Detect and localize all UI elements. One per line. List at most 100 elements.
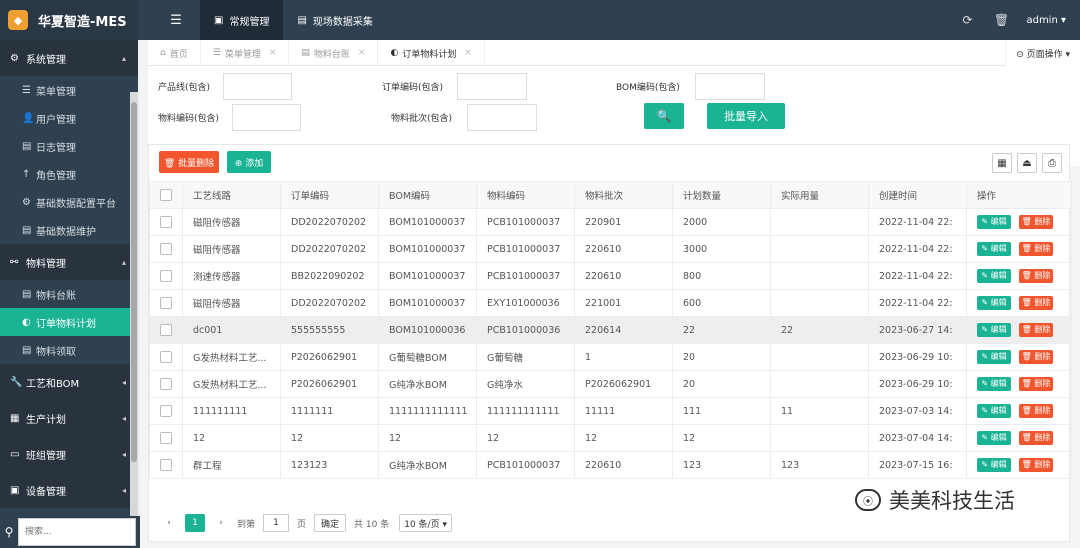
- tab-order-material-plan[interactable]: ◐ 订单物料计划 ×: [378, 40, 485, 66]
- select-all-checkbox[interactable]: [160, 189, 172, 201]
- tab-home[interactable]: ⌂ 首页: [148, 40, 201, 66]
- edit-button[interactable]: ✎ 编辑: [977, 404, 1011, 418]
- refresh-icon[interactable]: ⟳: [950, 13, 984, 27]
- close-icon[interactable]: ×: [269, 48, 277, 58]
- column-header[interactable]: 创建时间: [868, 181, 967, 209]
- page-operations[interactable]: ⊙ 页面操作 ▾: [1005, 40, 1080, 66]
- sidebar-item-menu[interactable]: ☰ 菜单管理: [0, 76, 138, 104]
- menu-toggle-icon[interactable]: ☰: [152, 0, 200, 40]
- sidebar-section-material[interactable]: ⚯ 物料管理 ▴: [0, 244, 138, 280]
- next-page-button[interactable]: ›: [211, 514, 231, 532]
- delete-button[interactable]: 🗑 删除: [1019, 215, 1053, 229]
- item-label: 基础数据维护: [36, 226, 96, 238]
- sidebar-item-data-maintenance[interactable]: ▤ 基础数据维护: [0, 216, 138, 244]
- export-icon[interactable]: ⏏: [1017, 153, 1037, 173]
- sidebar-section-system[interactable]: ⚙ 系统管理 ▴: [0, 40, 138, 76]
- print-icon[interactable]: ⎙: [1042, 153, 1062, 173]
- scrollbar-thumb[interactable]: [131, 102, 137, 462]
- row-checkbox[interactable]: [160, 297, 172, 309]
- batch-delete-button[interactable]: 🗑 批量删除: [159, 151, 219, 173]
- delete-button[interactable]: 🗑 删除: [1019, 431, 1053, 445]
- sidebar-item-roles[interactable]: ↑ 角色管理: [0, 160, 138, 188]
- table-row[interactable]: 磁阻传感器 DD2022070202 BOM101000037 EXY10100003…: [149, 289, 1072, 317]
- table-row[interactable]: 测速传感器 BB2022090202 BOM101000037 PCB10100003…: [149, 262, 1072, 290]
- sidebar-section-process-bom[interactable]: 🔧 工艺和BOM ◂: [0, 364, 138, 400]
- close-icon[interactable]: ×: [464, 48, 472, 58]
- edit-button[interactable]: ✎ 编辑: [977, 215, 1011, 229]
- add-button[interactable]: ⊕ 添加: [227, 151, 271, 173]
- row-checkbox[interactable]: [160, 216, 172, 228]
- sidebar-section-production-plan[interactable]: ▦ 生产计划 ◂: [0, 400, 138, 436]
- row-checkbox[interactable]: [160, 432, 172, 444]
- sidebar-search-input[interactable]: [18, 518, 136, 546]
- table-row[interactable]: dc001 555555555 BOM101000036 PCB101000036 22…: [149, 316, 1072, 344]
- column-header[interactable]: 计划数量: [672, 181, 771, 209]
- row-checkbox[interactable]: [160, 351, 172, 363]
- table-row[interactable]: 12 12 12 12 12 12 2023-07-04 14: ✎ 编辑 🗑 删除: [149, 424, 1072, 452]
- table-row[interactable]: 111111111 1111111 1111111111111 11111111111…: [149, 397, 1072, 425]
- tab-material-ledger[interactable]: ▤ 物料台账 ×: [289, 40, 379, 66]
- edit-button[interactable]: ✎ 编辑: [977, 377, 1011, 391]
- row-checkbox[interactable]: [160, 324, 172, 336]
- column-header[interactable]: 物料编码: [476, 181, 575, 209]
- column-header[interactable]: 物料批次: [574, 181, 673, 209]
- delete-button[interactable]: 🗑 删除: [1019, 242, 1053, 256]
- sidebar-item-order-material-plan[interactable]: ◐ 订单物料计划: [0, 308, 138, 336]
- sidebar-item-logs[interactable]: ▤ 日志管理: [0, 132, 138, 160]
- table-row[interactable]: 磁阻传感器 DD2022070202 BOM101000037 PCB10100003…: [149, 208, 1072, 236]
- delete-button[interactable]: 🗑 删除: [1019, 269, 1053, 283]
- page-size-select[interactable]: 10 条/页 ▾: [399, 514, 452, 532]
- sidebar-section-equipment[interactable]: ▣ 设备管理 ◂: [0, 472, 138, 508]
- row-checkbox[interactable]: [160, 459, 172, 471]
- column-header[interactable]: BOM编码: [378, 181, 477, 209]
- close-icon[interactable]: ×: [358, 48, 366, 58]
- trash-icon[interactable]: 🗑: [984, 13, 1018, 27]
- row-checkbox[interactable]: [160, 270, 172, 282]
- column-header[interactable]: 工艺线路: [182, 181, 281, 209]
- bom-code-input[interactable]: [695, 73, 765, 100]
- topnav-field-data[interactable]: ▤ 现场数据采集: [283, 0, 386, 40]
- table-row[interactable]: 群工程 123123 G纯净水BOM PCB101000037 220610 123 123…: [149, 451, 1072, 479]
- order-code-input[interactable]: [457, 73, 527, 100]
- page-1-button[interactable]: 1: [185, 514, 205, 532]
- row-checkbox[interactable]: [160, 243, 172, 255]
- table-row[interactable]: G发热材料工艺... P2026062901 G葡萄糖BOM G葡萄糖 1 20 2023-…: [149, 343, 1072, 371]
- edit-button[interactable]: ✎ 编辑: [977, 350, 1011, 364]
- delete-button[interactable]: 🗑 删除: [1019, 377, 1053, 391]
- confirm-button[interactable]: 确定: [314, 514, 347, 532]
- table-row[interactable]: 磁阻传感器 DD2022070202 BOM101000037 PCB10100003…: [149, 235, 1072, 263]
- row-checkbox[interactable]: [160, 378, 172, 390]
- edit-button[interactable]: ✎ 编辑: [977, 269, 1011, 283]
- material-code-input[interactable]: [232, 104, 301, 131]
- delete-button[interactable]: 🗑 删除: [1019, 296, 1053, 310]
- user-menu[interactable]: admin ▾: [1018, 15, 1080, 26]
- page-input[interactable]: 1: [263, 514, 290, 532]
- delete-button[interactable]: 🗑 删除: [1019, 350, 1053, 364]
- sidebar-item-material-pickup[interactable]: ▤ 物料领取: [0, 336, 138, 364]
- column-header[interactable]: 实际用量: [770, 181, 869, 209]
- edit-button[interactable]: ✎ 编辑: [977, 296, 1011, 310]
- material-batch-input[interactable]: [467, 104, 537, 131]
- sidebar-item-config-platform[interactable]: ⚙ 基础数据配置平台: [0, 188, 138, 216]
- product-line-input[interactable]: [223, 73, 292, 100]
- table-row[interactable]: G发热材料工艺... P2026062901 G纯净水BOM G纯净水 P2026062…: [149, 370, 1072, 398]
- sidebar-scrollbar[interactable]: [130, 92, 138, 548]
- sidebar-section-team[interactable]: ▭ 班组管理 ◂: [0, 436, 138, 472]
- columns-icon[interactable]: ▦: [992, 153, 1012, 173]
- delete-button[interactable]: 🗑 删除: [1019, 404, 1053, 418]
- sidebar-item-material-ledger[interactable]: ▤ 物料台账: [0, 280, 138, 308]
- tab-menu-management[interactable]: ☰ 菜单管理 ×: [201, 40, 290, 66]
- topnav-regular-management[interactable]: ▣ 常规管理: [200, 0, 284, 40]
- edit-button[interactable]: ✎ 编辑: [977, 323, 1011, 337]
- delete-button[interactable]: 🗑 删除: [1019, 323, 1053, 337]
- edit-button[interactable]: ✎ 编辑: [977, 458, 1011, 472]
- edit-button[interactable]: ✎ 编辑: [977, 431, 1011, 445]
- row-checkbox[interactable]: [160, 405, 172, 417]
- batch-import-button[interactable]: 批量导入: [707, 103, 785, 129]
- search-button[interactable]: 🔍: [644, 103, 684, 129]
- delete-button[interactable]: 🗑 删除: [1019, 458, 1053, 472]
- prev-page-button[interactable]: ‹: [159, 514, 179, 532]
- sidebar-item-users[interactable]: 👤 用户管理: [0, 104, 138, 132]
- column-header[interactable]: 订单编码: [280, 181, 379, 209]
- edit-button[interactable]: ✎ 编辑: [977, 242, 1011, 256]
